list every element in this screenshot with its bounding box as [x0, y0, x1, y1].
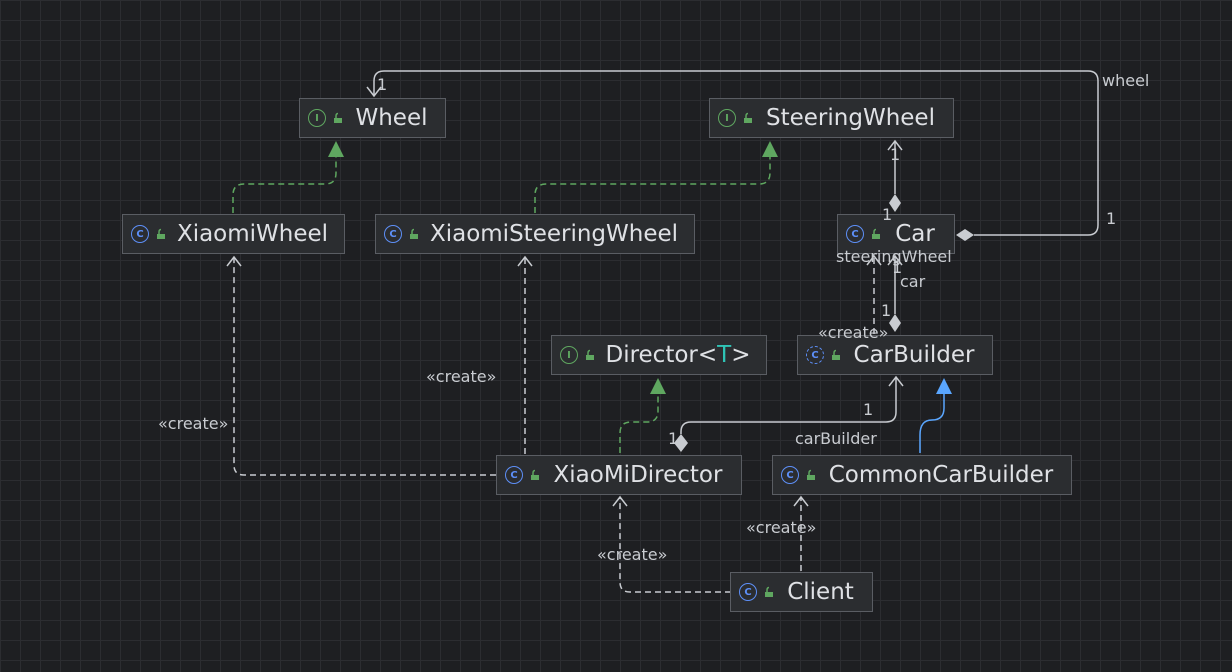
type-close: >	[731, 342, 751, 368]
multiplicity-wheel-source: 1	[1106, 209, 1117, 228]
multiplicity-wheel-target: 1	[377, 75, 388, 94]
role-label-carbuilder: carBuilder	[795, 429, 877, 448]
class-name: XiaomiSteeringWheel	[429, 221, 679, 247]
create-label-xiaomidirector: «create»	[597, 545, 668, 564]
composition-diamond	[956, 229, 974, 241]
class-icon: C	[739, 583, 757, 601]
type-parameter: T	[717, 342, 732, 368]
public-lock-icon	[157, 228, 165, 239]
class-name: CommonCarBuilder	[828, 462, 1054, 488]
class-icon: C	[384, 225, 402, 243]
class-name: CarBuilder	[853, 342, 975, 368]
public-lock-icon	[872, 228, 880, 239]
multiplicity-carbuilder-target: 1	[863, 400, 874, 419]
realization-xiaomiwheel-wheel[interactable]	[232, 141, 344, 213]
class-node-xiaomidirector[interactable]: C XiaoMiDirector	[496, 455, 742, 495]
create-label-car: «create»	[818, 323, 889, 342]
class-name: Client	[787, 579, 854, 605]
type-open: <	[697, 342, 718, 368]
class-node-xiaomisteeringwheel[interactable]: C XiaomiSteeringWheel	[375, 214, 695, 254]
class-node-xiaomiwheel[interactable]: C XiaomiWheel	[122, 214, 345, 254]
abstract-class-icon: C	[806, 346, 824, 364]
class-icon: C	[505, 466, 523, 484]
role-label-car: car	[900, 272, 926, 291]
generalization-arrowhead	[936, 378, 952, 394]
class-name: Director<T>	[599, 342, 762, 368]
role-label-wheel: wheel	[1102, 71, 1150, 90]
realization-xiaomidirector-director[interactable]	[619, 378, 666, 453]
multiplicity-steering-source: 1	[882, 205, 893, 224]
realization-arrowhead	[762, 141, 778, 157]
class-name: SteeringWheel	[766, 105, 935, 131]
public-lock-icon	[832, 349, 840, 360]
multiplicity-car-source: 1	[881, 301, 892, 320]
class-node-director[interactable]: I Director<T>	[551, 335, 767, 375]
create-label-xiaomiwheel: «create»	[158, 414, 229, 433]
interface-icon: I	[718, 109, 736, 127]
public-lock-icon	[744, 112, 752, 123]
public-lock-icon	[531, 469, 539, 480]
realization-arrowhead	[650, 378, 666, 394]
class-name: XiaomiWheel	[176, 221, 329, 247]
multiplicity-car-target: 1	[892, 258, 903, 277]
class-name-text: Director	[605, 342, 698, 368]
public-lock-icon	[765, 586, 773, 597]
class-name: Wheel	[355, 105, 428, 131]
create-label-xiaomisteeringwheel: «create»	[426, 367, 497, 386]
dependency-xiaomidirector-xiaomisteeringwheel[interactable]	[517, 255, 533, 454]
public-lock-icon	[586, 349, 594, 360]
interface-icon: I	[308, 109, 326, 127]
interface-icon: I	[560, 346, 578, 364]
class-node-wheel[interactable]: I Wheel	[299, 98, 446, 138]
class-node-steeringwheel[interactable]: I SteeringWheel	[709, 98, 954, 138]
public-lock-icon	[410, 228, 418, 239]
class-icon: C	[846, 225, 864, 243]
class-icon: C	[131, 225, 149, 243]
class-name: Car	[895, 221, 935, 247]
multiplicity-steering-target: 1	[890, 145, 901, 164]
public-lock-icon	[807, 469, 815, 480]
class-icon: C	[781, 466, 799, 484]
class-name: XiaoMiDirector	[553, 462, 723, 488]
create-label-commoncarbuilder: «create»	[746, 518, 817, 537]
realization-xiaomisteeringwheel-steeringwheel[interactable]	[534, 141, 778, 213]
realization-arrowhead	[328, 141, 344, 157]
dependency-xiaomidirector-xiaomiwheel[interactable]	[226, 255, 496, 476]
public-lock-icon	[334, 112, 342, 123]
multiplicity-carbuilder-source: 1	[668, 429, 679, 448]
generalization-commoncarbuilder-carbuilder[interactable]	[919, 378, 952, 453]
class-node-client[interactable]: C Client	[730, 572, 873, 612]
class-node-commoncarbuilder[interactable]: C CommonCarBuilder	[772, 455, 1072, 495]
